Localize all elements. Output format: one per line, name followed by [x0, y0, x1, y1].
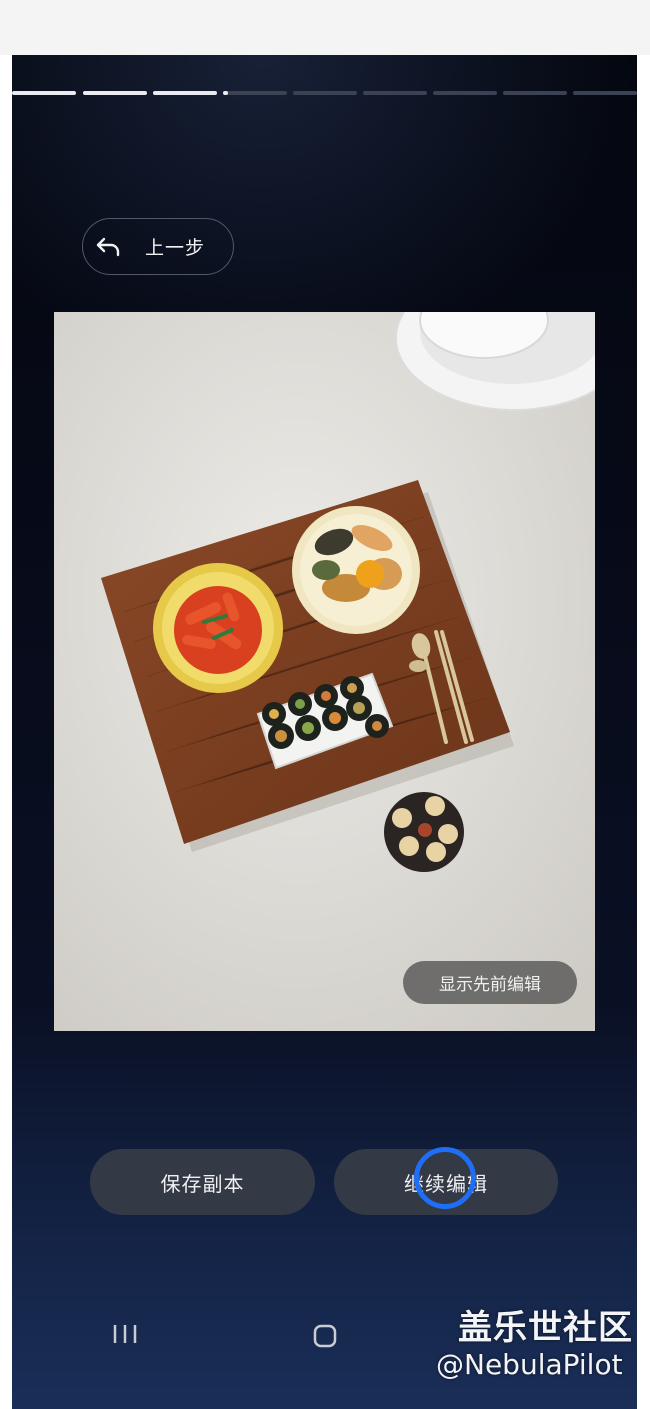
- progress-segment: [293, 91, 357, 95]
- progress-segment-current: [223, 91, 287, 95]
- back-step-label: 上一步: [145, 237, 206, 259]
- progress-segment: [573, 91, 637, 95]
- edit-preview-screen: 上一步 显示先前编辑 保存副本 继续编辑: [12, 55, 637, 1409]
- edited-photo: 显示先前编辑: [54, 312, 595, 1031]
- status-bar-area: [0, 0, 650, 55]
- save-copy-button[interactable]: 保存副本: [90, 1149, 315, 1215]
- home-icon[interactable]: [312, 1323, 338, 1349]
- touch-indicator: [414, 1147, 476, 1209]
- show-previous-edits-button[interactable]: 显示先前编辑: [403, 961, 577, 1004]
- back-step-button[interactable]: 上一步: [82, 218, 234, 275]
- food-photo-image: [54, 312, 595, 1031]
- recent-apps-icon[interactable]: [112, 1323, 138, 1345]
- watermark-title: 盖乐世社区: [458, 1308, 633, 1348]
- watermark-user: @NebulaPilot: [436, 1348, 623, 1381]
- progress-segment: [12, 91, 76, 95]
- progress-segment: [83, 91, 147, 95]
- progress-segment: [153, 91, 217, 95]
- progress-segment: [363, 91, 427, 95]
- progress-segment: [433, 91, 497, 95]
- progress-segment: [503, 91, 567, 95]
- back-arrow-icon: [96, 237, 120, 256]
- story-progress-bar: [12, 91, 637, 97]
